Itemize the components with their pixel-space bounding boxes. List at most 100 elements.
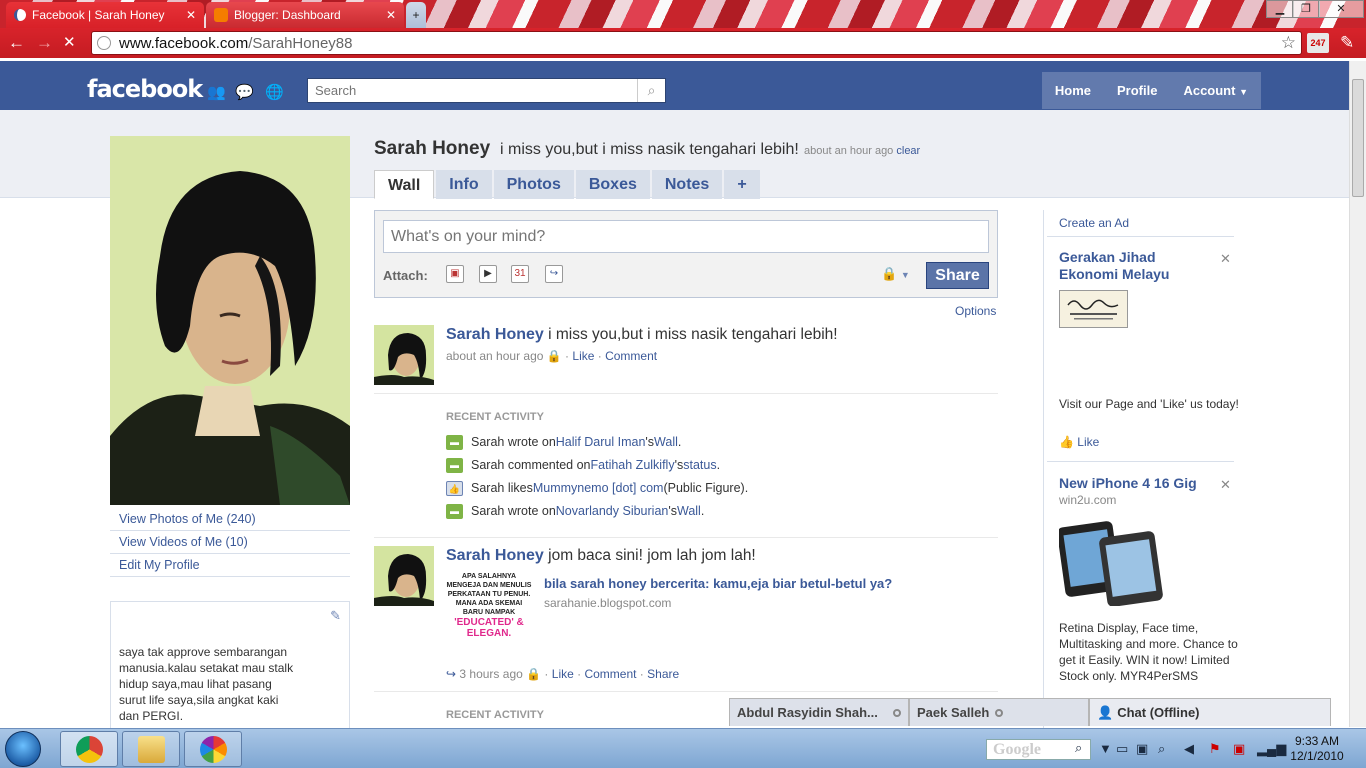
back-arrow-icon[interactable]: ←: [8, 34, 25, 52]
activity-link[interactable]: Mummynemo [dot] com: [533, 481, 664, 495]
tab-facebook[interactable]: Facebook | Sarah Honey ✕: [6, 2, 204, 28]
system-clock[interactable]: 9:33 AM 12/1/2010: [1284, 734, 1350, 764]
tray-flag-icon[interactable]: ⚑: [1209, 741, 1221, 757]
comment-link[interactable]: Comment: [605, 349, 657, 363]
chat-tab[interactable]: Paek Salleh: [909, 698, 1089, 726]
minimize-button[interactable]: ▁: [1266, 0, 1294, 18]
scrollbar-thumb[interactable]: [1352, 79, 1364, 197]
activity-text: .: [677, 435, 682, 449]
new-tab-button[interactable]: +: [406, 2, 426, 28]
story-time[interactable]: about an hour ago: [446, 349, 543, 363]
create-ad-link[interactable]: Create an Ad: [1059, 216, 1129, 230]
taskbar-chrome[interactable]: [60, 731, 118, 767]
ad-image[interactable]: [1059, 290, 1128, 328]
taskbar-picasa[interactable]: [184, 731, 242, 767]
close-tab-icon[interactable]: ✕: [386, 8, 396, 22]
shared-link-thumbnail[interactable]: APA SALAHNYA MENGEJA DAN MENULIS PERKATA…: [446, 570, 532, 650]
share-link[interactable]: Share: [647, 667, 679, 681]
network-signal-icon[interactable]: ▂▄▆: [1257, 741, 1286, 757]
picasa-icon: [200, 736, 227, 763]
stop-icon[interactable]: ✕: [63, 34, 76, 52]
chat-main-tab[interactable]: 👤 Chat (Offline): [1089, 698, 1331, 726]
tab-blogger[interactable]: Blogger: Dashboard ✕: [206, 2, 404, 28]
bookmark-star-icon[interactable]: ☆: [1281, 33, 1296, 53]
wrench-menu-icon[interactable]: ✎: [1340, 34, 1354, 52]
tab-info[interactable]: Info: [436, 170, 492, 199]
page-scrollbar[interactable]: [1349, 61, 1366, 727]
nav-profile[interactable]: Profile: [1104, 72, 1170, 109]
like-link[interactable]: Like: [572, 349, 594, 363]
chevron-down-icon: ▼: [1239, 87, 1248, 97]
privacy-lock-icon[interactable]: 🔒 ▼: [881, 266, 910, 282]
tab-notes[interactable]: Notes: [651, 170, 723, 199]
taskbar-explorer[interactable]: [122, 731, 180, 767]
ad-calligraphy-image: [1067, 299, 1119, 320]
friend-requests-icon[interactable]: 👥: [207, 83, 226, 101]
messages-icon[interactable]: 💬: [235, 83, 254, 101]
like-link[interactable]: Like: [552, 667, 574, 681]
edit-pencil-icon[interactable]: ✎: [330, 608, 341, 624]
story-divider: [374, 691, 998, 692]
extension-247-icon[interactable]: 247: [1307, 33, 1329, 53]
activity-link[interactable]: Wall: [677, 504, 701, 518]
view-photos-link[interactable]: View Photos of Me (240): [110, 508, 350, 531]
activity-link[interactable]: Wall: [654, 435, 678, 449]
share-button[interactable]: Share: [926, 262, 989, 289]
close-ad-icon[interactable]: ✕: [1220, 251, 1231, 267]
search-icon[interactable]: ⌕: [637, 79, 665, 102]
tray-magnifier-icon[interactable]: ⌕: [1158, 741, 1165, 757]
tab-boxes[interactable]: Boxes: [575, 170, 650, 199]
activity-link[interactable]: Halif Darul Iman: [556, 435, 646, 449]
attach-photo-icon[interactable]: ▣: [446, 265, 464, 283]
edit-profile-link[interactable]: Edit My Profile: [110, 554, 350, 577]
story-avatar[interactable]: [374, 546, 434, 606]
close-tab-icon[interactable]: ✕: [186, 8, 196, 22]
activity-link[interactable]: Novarlandy Siburian: [556, 504, 669, 518]
search-input[interactable]: [308, 79, 638, 102]
volume-icon[interactable]: ◀: [1184, 741, 1194, 757]
view-videos-link[interactable]: View Videos of Me (10): [110, 531, 350, 554]
profile-picture[interactable]: [110, 136, 350, 505]
maximize-button[interactable]: ❐: [1292, 0, 1320, 18]
comment-link[interactable]: Comment: [584, 667, 636, 681]
search-icon[interactable]: ⌕: [1075, 740, 1082, 756]
comment-icon: ▬: [446, 457, 463, 473]
whats-on-your-mind-input[interactable]: [383, 220, 989, 253]
tab-wall[interactable]: Wall: [374, 170, 435, 199]
avatar-thumbnail: [374, 325, 434, 385]
close-window-button[interactable]: ✕: [1318, 0, 1364, 18]
search-box: ⌕: [307, 78, 666, 103]
story-actor-link[interactable]: Sarah Honey: [446, 547, 544, 564]
options-link[interactable]: Options: [955, 304, 996, 318]
add-tab-button[interactable]: +: [724, 170, 760, 199]
tray-window-icon[interactable]: ▭: [1116, 741, 1128, 757]
forward-arrow-icon[interactable]: →: [36, 34, 53, 52]
tab-photos[interactable]: Photos: [493, 170, 574, 199]
story-actor-link[interactable]: Sarah Honey: [446, 326, 544, 343]
attach-link-icon[interactable]: ↪: [545, 265, 563, 283]
story-time[interactable]: 3 hours ago: [459, 667, 522, 681]
close-ad-icon[interactable]: ✕: [1220, 477, 1231, 493]
attach-video-icon[interactable]: ▶: [479, 265, 497, 283]
start-button[interactable]: [5, 731, 41, 767]
ad-title[interactable]: New iPhone 4 16 Gig: [1059, 475, 1209, 492]
tray-monitor-icon[interactable]: ▣: [1136, 741, 1148, 757]
notifications-globe-icon[interactable]: 🌐: [265, 83, 284, 101]
shared-link-title[interactable]: bila sarah honey bercerita: kamu,eja bia…: [544, 576, 892, 591]
activity-text: Sarah wrote on: [471, 504, 556, 518]
ad-image[interactable]: [1057, 514, 1163, 607]
chat-tab[interactable]: Abdul Rasyidin Shah...: [729, 698, 909, 726]
ad-like-link[interactable]: 👍 Like: [1059, 435, 1099, 449]
story-avatar[interactable]: [374, 325, 434, 385]
address-bar[interactable]: www.facebook.com/SarahHoney88 ☆: [91, 31, 1302, 55]
ad-title[interactable]: Gerakan Jihad Ekonomi Melayu: [1059, 249, 1209, 283]
tray-expand-icon[interactable]: ▼: [1099, 741, 1112, 756]
nav-home[interactable]: Home: [1042, 72, 1104, 109]
clear-status-link[interactable]: clear: [896, 145, 920, 157]
activity-link[interactable]: Fatihah Zulkifly: [591, 458, 675, 472]
nav-account[interactable]: Account ▼: [1170, 72, 1261, 109]
facebook-logo[interactable]: facebook: [87, 75, 203, 103]
tray-security-icon[interactable]: ▣: [1233, 741, 1245, 757]
activity-link[interactable]: status: [683, 458, 716, 472]
attach-event-calendar-icon[interactable]: 31: [511, 265, 529, 283]
